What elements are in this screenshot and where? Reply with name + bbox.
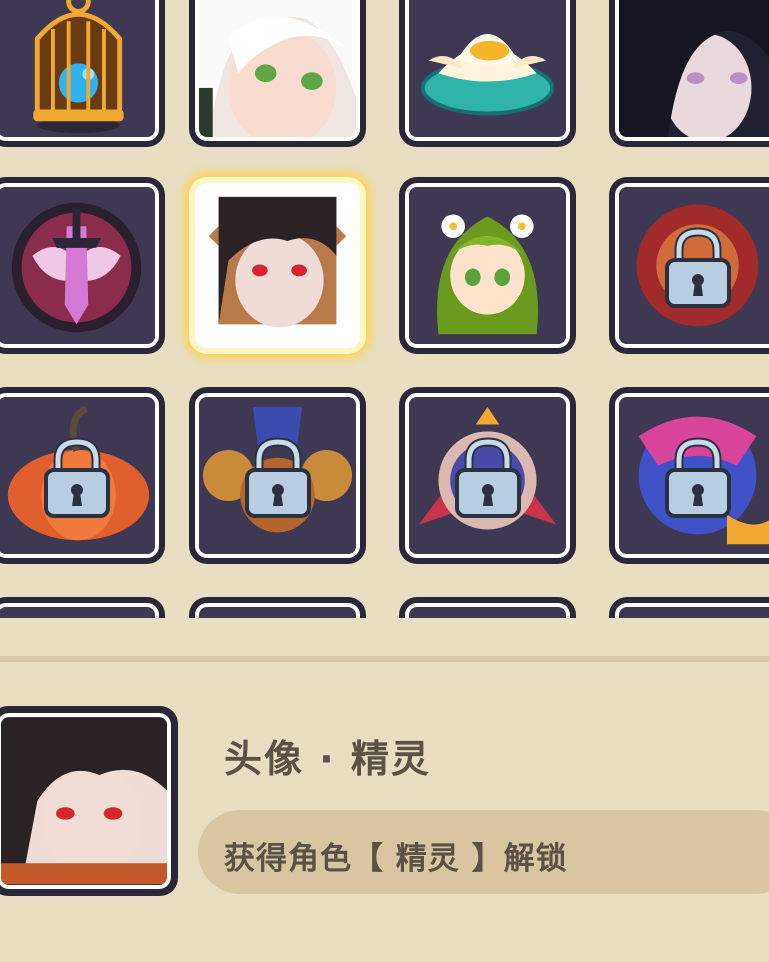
avatar-tile-golden-horn[interactable] (189, 387, 366, 564)
white-hair-girl-portrait (199, 0, 356, 137)
avatar-grid (0, 0, 769, 618)
avatar-tile-white-hair-girl[interactable] (189, 0, 366, 147)
green-hair-elf-icon (409, 187, 566, 344)
lock-icon (664, 226, 731, 308)
black-hair-red-eyes-portrait (199, 187, 356, 344)
avatar-tile-pumpkin[interactable] (0, 387, 165, 564)
avatar-tile-green-elf[interactable] (399, 177, 576, 354)
black-hair-red-eyes-portrait (1, 718, 167, 884)
avatar-tile-bird-cage[interactable] (0, 0, 165, 147)
avatar-tile-partial[interactable] (609, 597, 769, 618)
avatar-tile-fan-emblem[interactable] (609, 387, 769, 564)
sword-emblem-icon (0, 187, 155, 344)
lock-icon (664, 436, 731, 518)
lock-icon (454, 436, 521, 518)
avatar-tile-lotus[interactable] (399, 0, 576, 147)
avatar-tile-partial[interactable] (189, 597, 366, 618)
avatar-tile-partial[interactable] (0, 597, 165, 618)
avatar-title: 头像 · 精灵 (224, 737, 431, 781)
avatar-tile-red-medallion[interactable] (609, 177, 769, 354)
lock-icon (244, 436, 311, 518)
unlock-condition-text: 获得角色【 精灵 】解锁 (224, 841, 568, 877)
lotus-flower-icon (409, 0, 566, 137)
avatar-tile-ribbon-badge[interactable] (399, 387, 576, 564)
selected-avatar-preview (0, 706, 178, 896)
avatar-tile-sword-emblem[interactable] (0, 177, 165, 354)
dark-hair-girl-portrait (619, 0, 769, 137)
avatar-tile-partial[interactable] (399, 597, 576, 618)
lock-icon (43, 436, 110, 518)
bird-cage-icon (0, 0, 155, 137)
avatar-tile-dark-hair-girl[interactable] (609, 0, 769, 147)
avatar-tile-spirit-selected[interactable] (189, 177, 366, 354)
section-divider (0, 656, 769, 662)
